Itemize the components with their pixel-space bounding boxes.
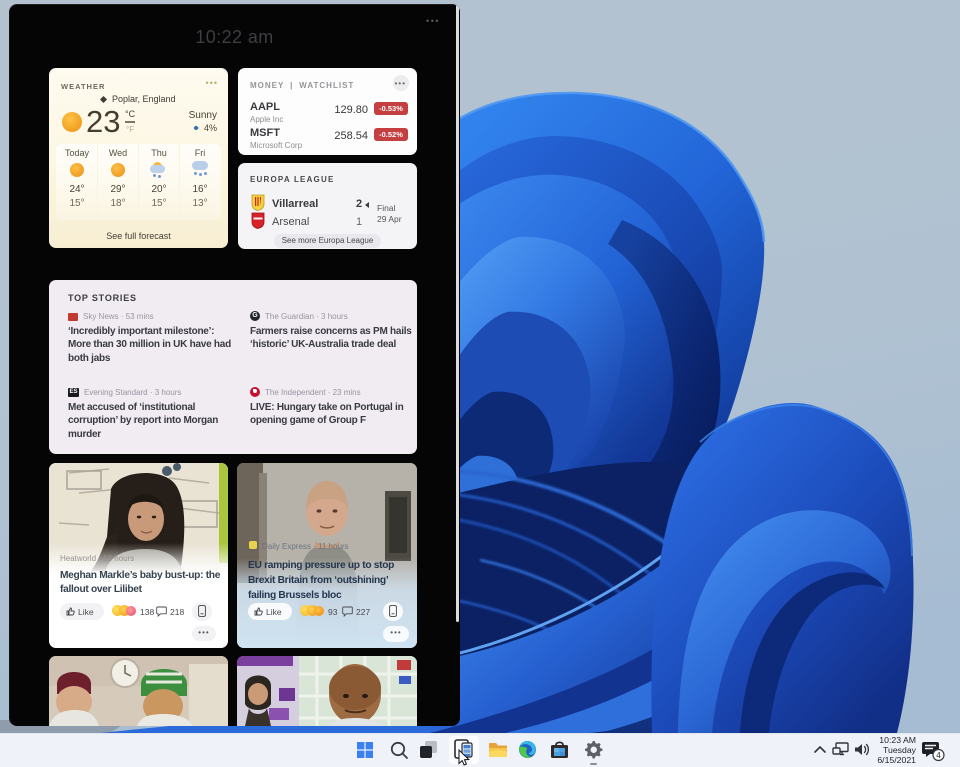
svg-text:4: 4 <box>936 751 941 760</box>
